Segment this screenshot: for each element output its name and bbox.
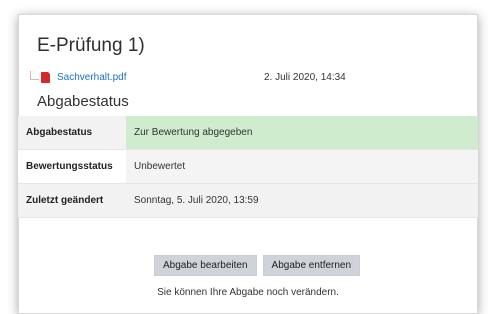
row-value: Unbewertet — [126, 149, 478, 184]
remove-submission-button[interactable]: Abgabe entfernen — [262, 255, 361, 276]
action-buttons: Abgabe bearbeiten Abgabe entfernen — [154, 255, 361, 276]
pdf-file-icon — [41, 71, 51, 83]
edit-hint-text: Sie können Ihre Abgabe noch verändern. — [157, 287, 339, 298]
row-label: Bewertungsstatus — [18, 149, 126, 184]
file-upload-date: 2. Juli 2020, 14:34 — [264, 72, 346, 83]
table-row-grading-status: Bewertungsstatus Unbewertet — [18, 149, 478, 184]
table-row-submission-status: Abgabestatus Zur Bewertung abgegeben — [18, 116, 478, 150]
page-title: E-Prüfung 1) — [37, 35, 145, 56]
table-row-last-modified: Zuletzt geändert Sonntag, 5. Juli 2020, … — [18, 183, 478, 218]
row-value: Sonntag, 5. Juli 2020, 13:59 — [126, 183, 478, 218]
file-link[interactable]: Sachverhalt.pdf — [57, 72, 127, 83]
submission-status-table: Abgabestatus Zur Bewertung abgegeben Bew… — [18, 116, 478, 218]
edit-submission-button[interactable]: Abgabe bearbeiten — [154, 255, 257, 276]
row-value: Zur Bewertung abgegeben — [126, 116, 478, 150]
file-row: Sachverhalt.pdf 2. Juli 2020, 14:34 — [30, 70, 460, 88]
tree-branch-line — [30, 71, 39, 80]
row-label: Abgabestatus — [18, 116, 126, 150]
section-heading: Abgabestatus — [37, 93, 129, 110]
row-label: Zuletzt geändert — [18, 183, 126, 218]
